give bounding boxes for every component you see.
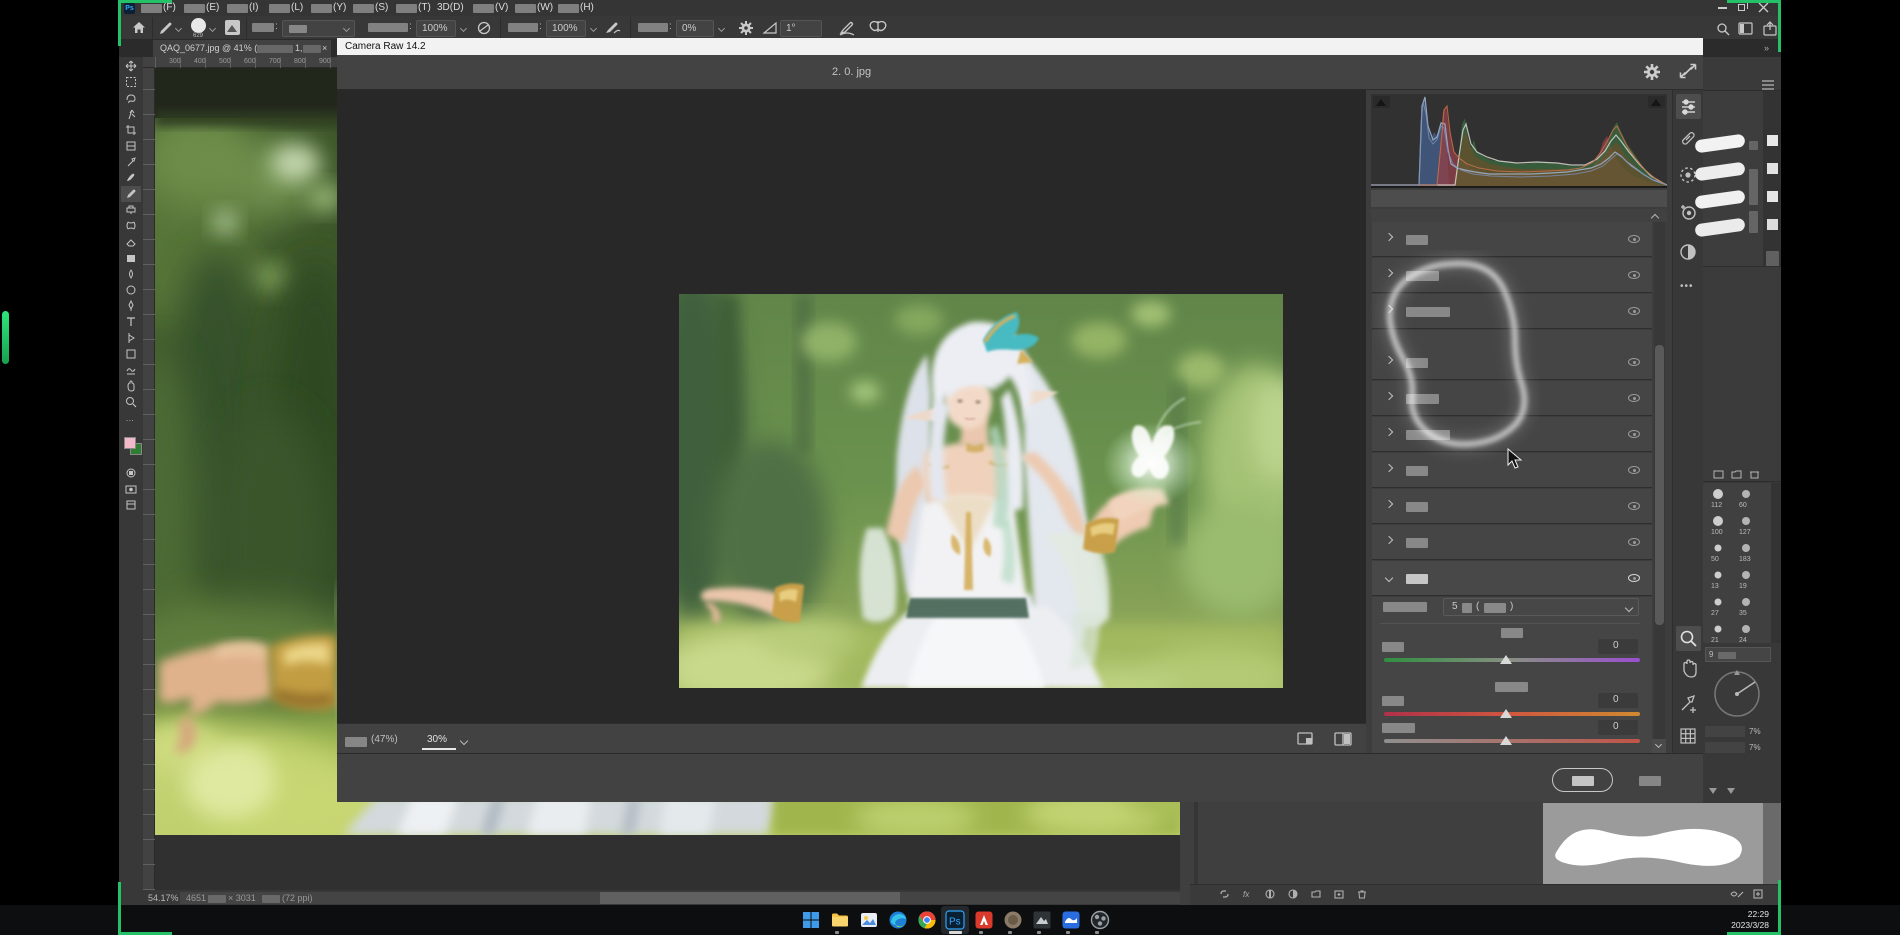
- svg-text:fx: fx: [1243, 890, 1250, 899]
- svg-text:Ps: Ps: [949, 917, 961, 928]
